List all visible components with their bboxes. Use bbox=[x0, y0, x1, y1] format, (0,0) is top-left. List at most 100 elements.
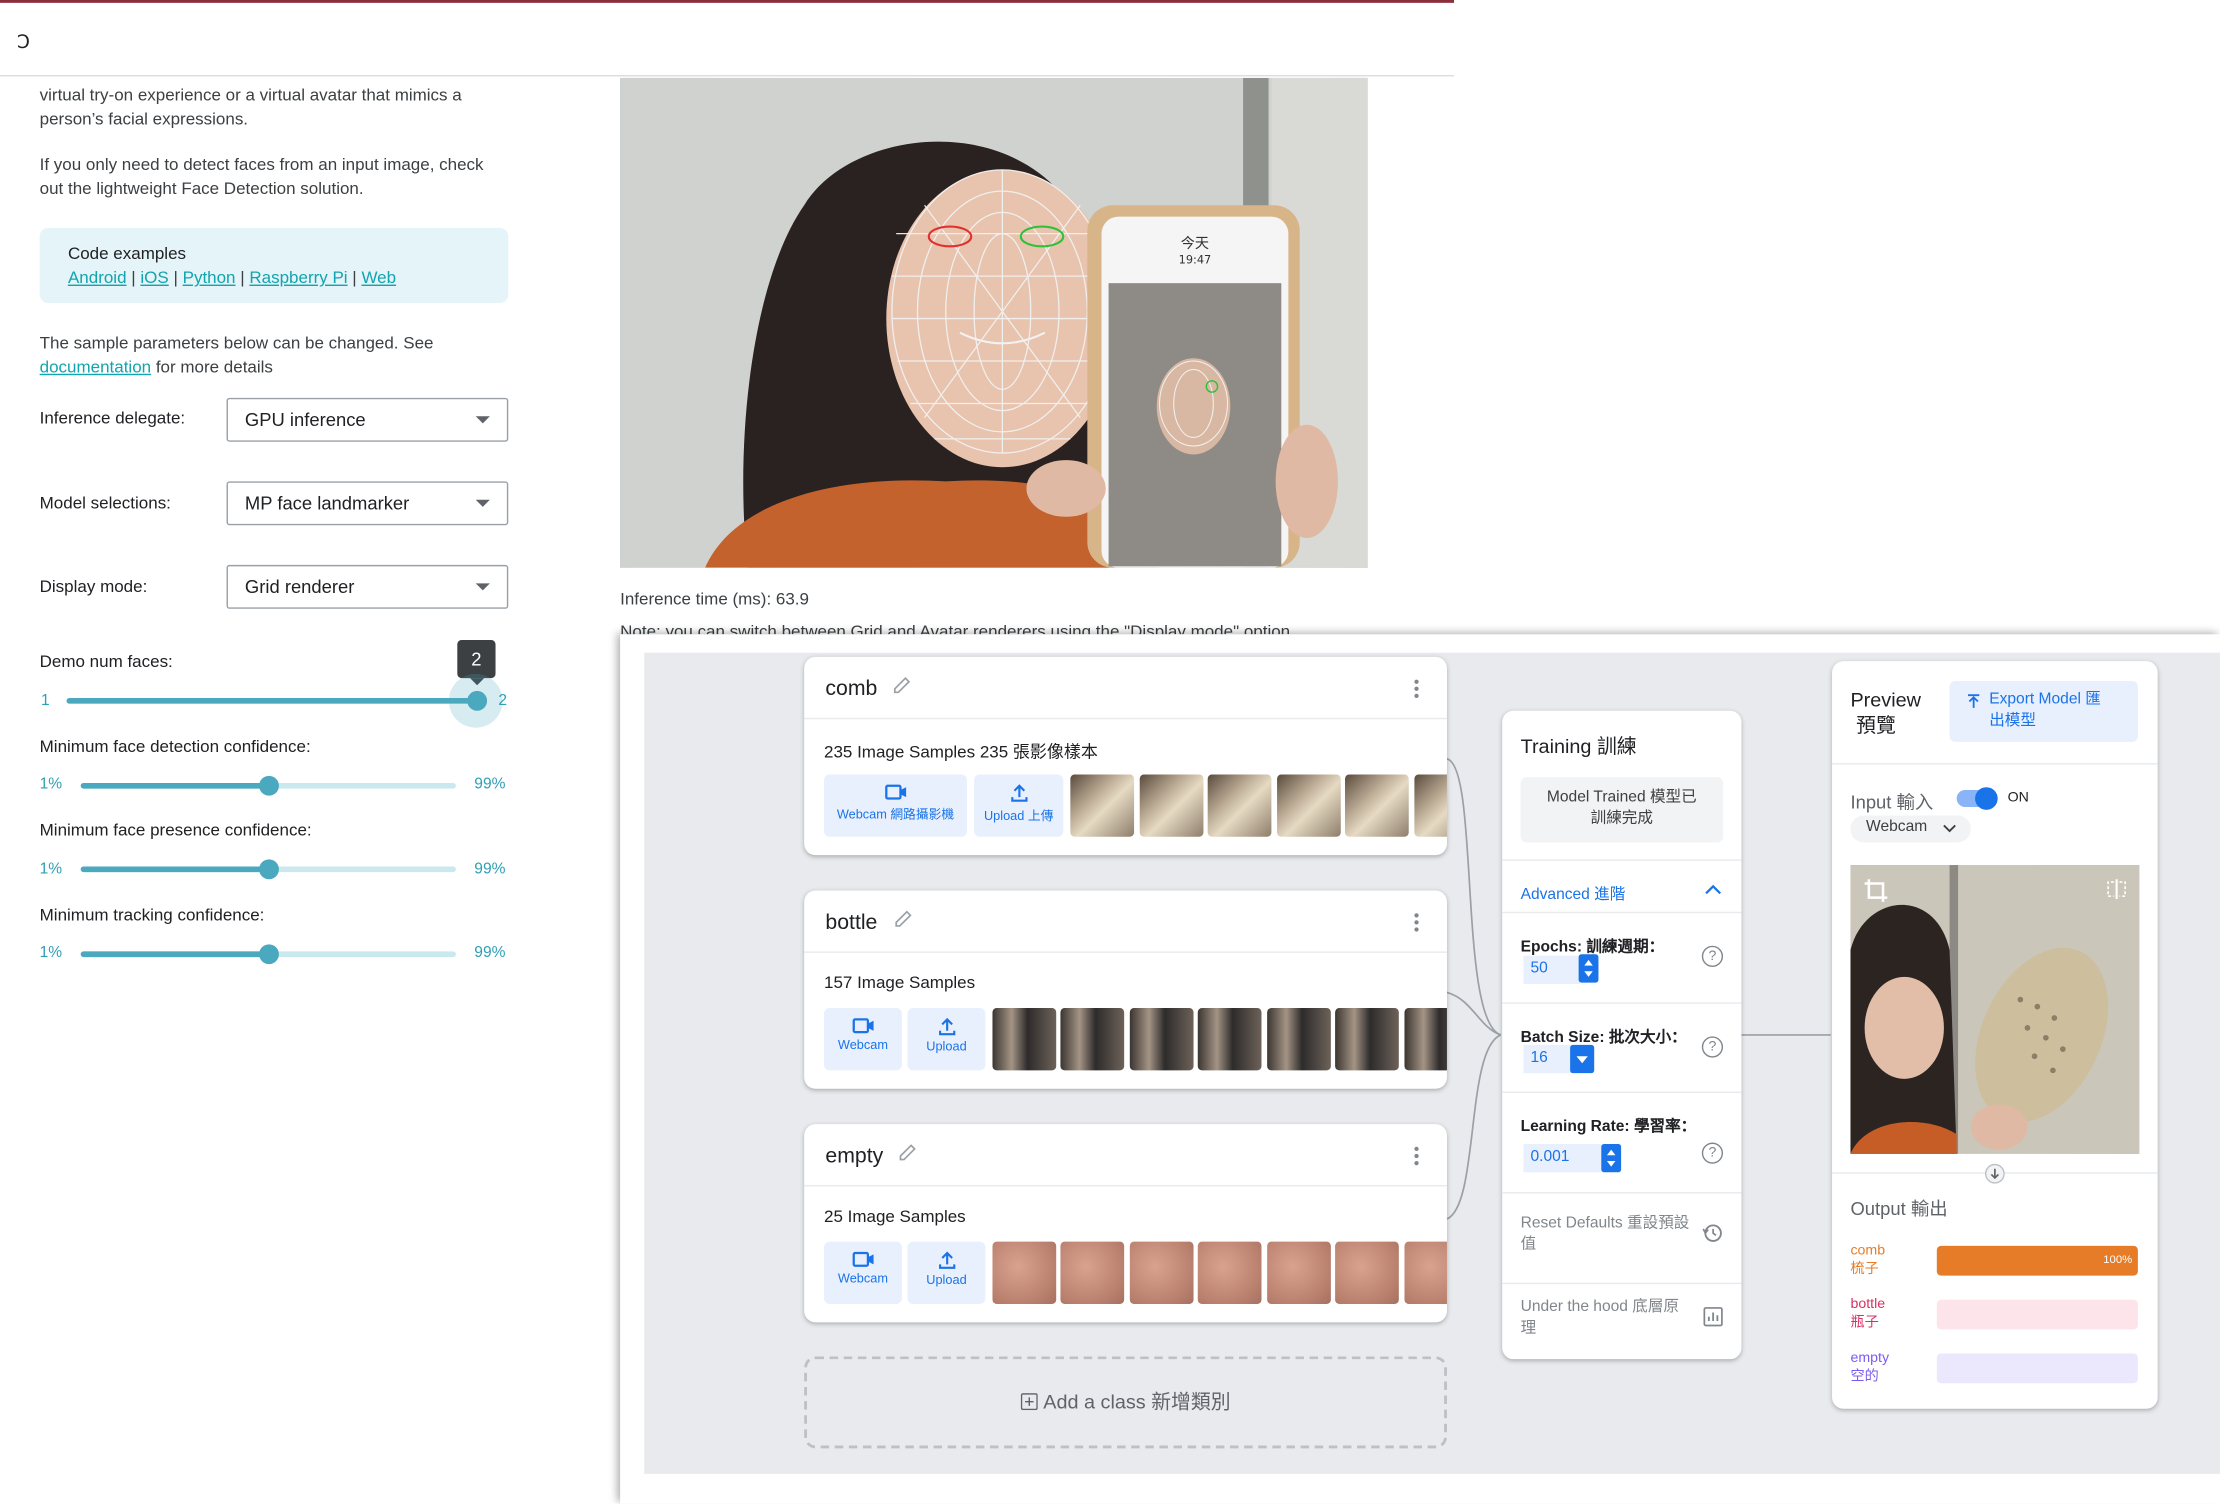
model-selections-select[interactable]: MP face landmarker bbox=[226, 481, 509, 526]
min-detection-slider[interactable] bbox=[80, 775, 456, 796]
help-icon[interactable]: ? bbox=[1701, 1036, 1724, 1058]
sample-thumbnail[interactable] bbox=[1267, 1241, 1331, 1304]
min-tracking-min: 1% bbox=[39, 944, 63, 962]
export-model-button[interactable]: Export Model 匯 出模型 bbox=[1949, 681, 2138, 742]
parameters-paragraph: The sample parameters below can be chang… bbox=[39, 332, 434, 377]
divider bbox=[1502, 1282, 1742, 1285]
sample-thumbnail[interactable] bbox=[1345, 774, 1409, 837]
more-options-icon[interactable] bbox=[1414, 1146, 1419, 1168]
sample-thumbnail[interactable] bbox=[1060, 1008, 1125, 1071]
advanced-toggle[interactable]: Advanced 進階 bbox=[1521, 882, 1626, 905]
num-faces-slider[interactable] bbox=[66, 690, 488, 711]
min-detection-min: 1% bbox=[39, 775, 63, 793]
upload-icon bbox=[938, 1017, 955, 1036]
upload-icon bbox=[938, 1251, 955, 1269]
help-icon[interactable]: ? bbox=[1701, 1142, 1724, 1164]
class-card-empty: empty 25 Image Samples Webcam Upload bbox=[804, 1124, 1447, 1323]
sample-thumbnail[interactable] bbox=[1197, 1241, 1262, 1304]
sample-thumbnail[interactable] bbox=[1207, 774, 1272, 837]
learning-rate-spinner[interactable] bbox=[1601, 1143, 1622, 1173]
min-tracking-slider[interactable] bbox=[80, 944, 456, 965]
epochs-input[interactable]: 50 bbox=[1523, 955, 1581, 984]
divider bbox=[1502, 1192, 1742, 1194]
bar-chart-icon[interactable] bbox=[1703, 1307, 1723, 1327]
menu-icon[interactable]: Ↄ bbox=[17, 31, 30, 54]
sample-thumbnail[interactable] bbox=[1129, 1241, 1194, 1304]
class-name[interactable]: empty bbox=[825, 1144, 883, 1168]
sample-thumbnail[interactable] bbox=[1129, 1008, 1194, 1071]
min-presence-max: 99% bbox=[474, 860, 506, 878]
confidence-bar bbox=[1936, 1299, 2138, 1330]
under-the-hood-button[interactable]: Under the hood 底層原 理 bbox=[1521, 1297, 1679, 1339]
help-icon[interactable]: ? bbox=[1701, 945, 1724, 967]
display-mode-label: Display mode: bbox=[39, 576, 148, 597]
input-source-select[interactable]: Webcam bbox=[1850, 815, 1971, 843]
sample-thumbnail[interactable] bbox=[1070, 774, 1135, 837]
slider-thumb[interactable] bbox=[467, 690, 488, 711]
link-ios[interactable]: iOS bbox=[140, 268, 168, 288]
sample-thumbnail[interactable] bbox=[1277, 774, 1341, 837]
sample-thumbnail[interactable] bbox=[1139, 774, 1204, 837]
confidence-percent: 100% bbox=[2103, 1252, 2133, 1266]
chevron-up-icon[interactable] bbox=[1705, 883, 1722, 895]
sample-thumbnail[interactable] bbox=[1267, 1008, 1331, 1071]
chevron-down-icon bbox=[1943, 824, 1956, 833]
link-raspberry-pi[interactable]: Raspberry Pi bbox=[249, 268, 347, 288]
edit-pencil-icon[interactable] bbox=[892, 908, 915, 931]
learning-rate-input[interactable]: 0.001 bbox=[1523, 1143, 1602, 1173]
slider-thumb[interactable] bbox=[258, 775, 279, 796]
sample-thumbnail[interactable] bbox=[1197, 1008, 1262, 1071]
edit-pencil-icon[interactable] bbox=[891, 674, 914, 697]
preview-feed-illustration bbox=[1850, 865, 2140, 1154]
output-class-label: comb 梳子 bbox=[1850, 1243, 1886, 1278]
toggle-on-label: ON bbox=[2007, 790, 2029, 806]
upload-button[interactable]: Upload bbox=[907, 1241, 986, 1304]
divider bbox=[1502, 1091, 1742, 1094]
sample-thumbnail[interactable] bbox=[1404, 1008, 1447, 1071]
code-examples-links: Android | iOS | Python | Raspberry Pi | … bbox=[67, 267, 397, 288]
batch-size-dropdown[interactable] bbox=[1570, 1044, 1595, 1074]
webcam-button[interactable]: Webcam bbox=[824, 1008, 902, 1071]
input-label: Input 輸入 bbox=[1850, 791, 1934, 813]
flip-icon[interactable] bbox=[2105, 878, 2128, 901]
preview-panel: Preview 預覽 Export Model 匯 出模型 Input 輸入 O… bbox=[1832, 661, 2158, 1409]
link-python[interactable]: Python bbox=[183, 268, 236, 288]
renderer-note: Note: you can switch between Grid and Av… bbox=[620, 621, 1291, 635]
class-name[interactable]: comb bbox=[825, 677, 877, 701]
num-faces-label: Demo num faces: bbox=[39, 651, 173, 672]
output-class-label: bottle 瓶子 bbox=[1850, 1296, 1886, 1331]
slider-fill bbox=[80, 866, 269, 873]
inference-delegate-select[interactable]: GPU inference bbox=[226, 397, 509, 442]
sample-thumbnail[interactable] bbox=[1414, 774, 1447, 837]
display-mode-select[interactable]: Grid renderer bbox=[226, 564, 509, 609]
sample-thumbnail[interactable] bbox=[992, 1008, 1057, 1071]
documentation-link[interactable]: documentation bbox=[40, 357, 151, 377]
crop-icon[interactable] bbox=[1863, 878, 1888, 903]
edit-pencil-icon[interactable] bbox=[896, 1141, 919, 1164]
history-icon[interactable] bbox=[1702, 1222, 1723, 1243]
dropdown-caret-icon bbox=[475, 416, 490, 424]
upload-button[interactable]: Upload 上傳 bbox=[974, 774, 1064, 837]
epochs-spinner[interactable] bbox=[1578, 954, 1599, 983]
batch-size-select[interactable]: 16 bbox=[1523, 1044, 1572, 1074]
sample-thumbnail[interactable] bbox=[1060, 1241, 1125, 1304]
webcam-button[interactable]: Webcam 網路攝影機 bbox=[824, 774, 967, 837]
sample-thumbnail[interactable] bbox=[1404, 1241, 1447, 1304]
slider-thumb[interactable] bbox=[258, 859, 279, 880]
sample-thumbnail[interactable] bbox=[1335, 1008, 1399, 1071]
link-web[interactable]: Web bbox=[361, 268, 396, 288]
more-options-icon[interactable] bbox=[1414, 679, 1419, 701]
reset-defaults-button[interactable]: Reset Defaults 重設預設 值 bbox=[1521, 1213, 1690, 1255]
sample-thumbnail[interactable] bbox=[1335, 1241, 1399, 1304]
webcam-button[interactable]: Webcam bbox=[824, 1241, 902, 1304]
link-android[interactable]: Android bbox=[68, 268, 127, 288]
more-options-icon[interactable] bbox=[1414, 913, 1419, 934]
add-class-button[interactable]: Add a class 新增類別 bbox=[804, 1356, 1447, 1449]
min-presence-slider[interactable] bbox=[80, 859, 456, 880]
upload-button[interactable]: Upload bbox=[907, 1008, 986, 1071]
input-toggle[interactable] bbox=[1956, 787, 1998, 810]
slider-thumb[interactable] bbox=[258, 944, 279, 965]
train-model-button[interactable]: Model Trained 模型已 訓練完成 bbox=[1520, 777, 1724, 843]
sample-thumbnail[interactable] bbox=[992, 1241, 1057, 1304]
class-name[interactable]: bottle bbox=[825, 910, 877, 934]
